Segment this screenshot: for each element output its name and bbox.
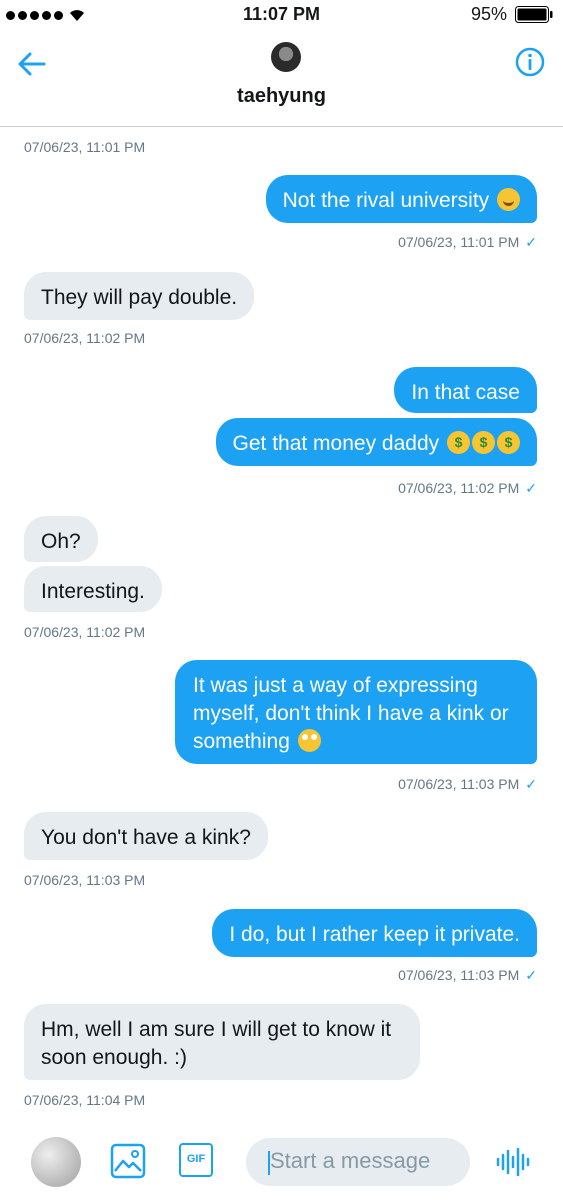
message-bubble-outgoing[interactable]: I do, but I rather keep it private.: [212, 909, 537, 957]
message-text: Oh?: [41, 530, 81, 553]
gif-icon[interactable]: GIF: [179, 1143, 213, 1177]
money-mouth-face-icon: [497, 431, 520, 454]
money-mouth-face-icon: [472, 431, 495, 454]
contact-name[interactable]: taehyung: [0, 85, 563, 108]
message-bubble-incoming[interactable]: Hm, well I am sure I will get to know it…: [24, 1004, 420, 1080]
message-bubble-incoming[interactable]: You don't have a kink?: [24, 812, 268, 860]
message-input-placeholder: Start a message: [270, 1148, 431, 1173]
info-icon[interactable]: [515, 47, 545, 77]
message-text-line: myself, don't think I have a kink or: [193, 702, 509, 725]
message-bubble-incoming[interactable]: Oh?: [24, 516, 98, 562]
message-text: They will pay double.: [41, 286, 238, 309]
message-timestamp: 07/06/23, 11:02 PM: [24, 624, 146, 640]
message-timestamp: 07/06/23, 11:01 PM ✓: [398, 234, 537, 250]
message-text: In that case: [411, 381, 520, 404]
battery-icon: [515, 6, 553, 23]
message-text-line: Hm, well I am sure I will get to know it: [41, 1018, 392, 1041]
message-text-line: soon enough. :): [41, 1046, 187, 1069]
message-timestamp: 07/06/23, 11:03 PM ✓: [398, 776, 537, 792]
loudly-crying-face-icon: [497, 188, 520, 211]
face-with-rolling-eyes-icon: [297, 729, 321, 752]
contact-avatar[interactable]: [271, 42, 301, 72]
message-bubble-outgoing[interactable]: In that case: [394, 367, 537, 413]
read-check-icon: ✓: [525, 234, 537, 250]
message-text-line: It was just a way of expressing: [193, 674, 478, 697]
battery-percent: 95%: [470, 4, 507, 24]
message-bubble-outgoing[interactable]: Not the rival university: [265, 175, 537, 223]
user-avatar[interactable]: [31, 1137, 81, 1187]
back-arrow-icon[interactable]: [14, 46, 50, 82]
message-text: Get that money daddy: [232, 432, 440, 455]
message-timestamp: 07/06/23, 11:03 PM ✓: [398, 967, 537, 983]
message-timestamp: 07/06/23, 11:01 PM: [24, 139, 146, 155]
read-check-icon: ✓: [525, 967, 537, 983]
message-bubble-outgoing[interactable]: Get that money daddy: [215, 418, 537, 466]
conversation-header: taehyung: [0, 30, 563, 127]
message-timestamp: 07/06/23, 11:04 PM: [24, 1092, 146, 1108]
message-timestamp: 07/06/23, 11:02 PM ✓: [398, 480, 537, 496]
message-text: Not the rival university: [282, 189, 490, 212]
message-text: I do, but I rather keep it private.: [229, 923, 520, 946]
message-text: Interesting.: [41, 580, 145, 603]
money-mouth-face-icon: [447, 431, 470, 454]
message-text: You don't have a kink?: [41, 826, 251, 849]
message-input[interactable]: Start a message: [246, 1138, 470, 1186]
voice-icon[interactable]: [495, 1147, 533, 1177]
message-text-line: something: [193, 730, 290, 753]
read-check-icon: ✓: [525, 776, 537, 792]
message-bubble-incoming[interactable]: Interesting.: [24, 566, 162, 612]
message-timestamp: 07/06/23, 11:03 PM: [24, 872, 146, 888]
message-bubble-incoming[interactable]: They will pay double.: [24, 272, 255, 320]
image-icon[interactable]: [110, 1143, 146, 1179]
message-bubble-outgoing[interactable]: It was just a way of expressing myself, …: [175, 660, 537, 764]
status-bar: 11:07 PM 95%: [0, 0, 563, 30]
read-check-icon: ✓: [525, 480, 537, 496]
message-timestamp: 07/06/23, 11:02 PM: [24, 330, 146, 346]
